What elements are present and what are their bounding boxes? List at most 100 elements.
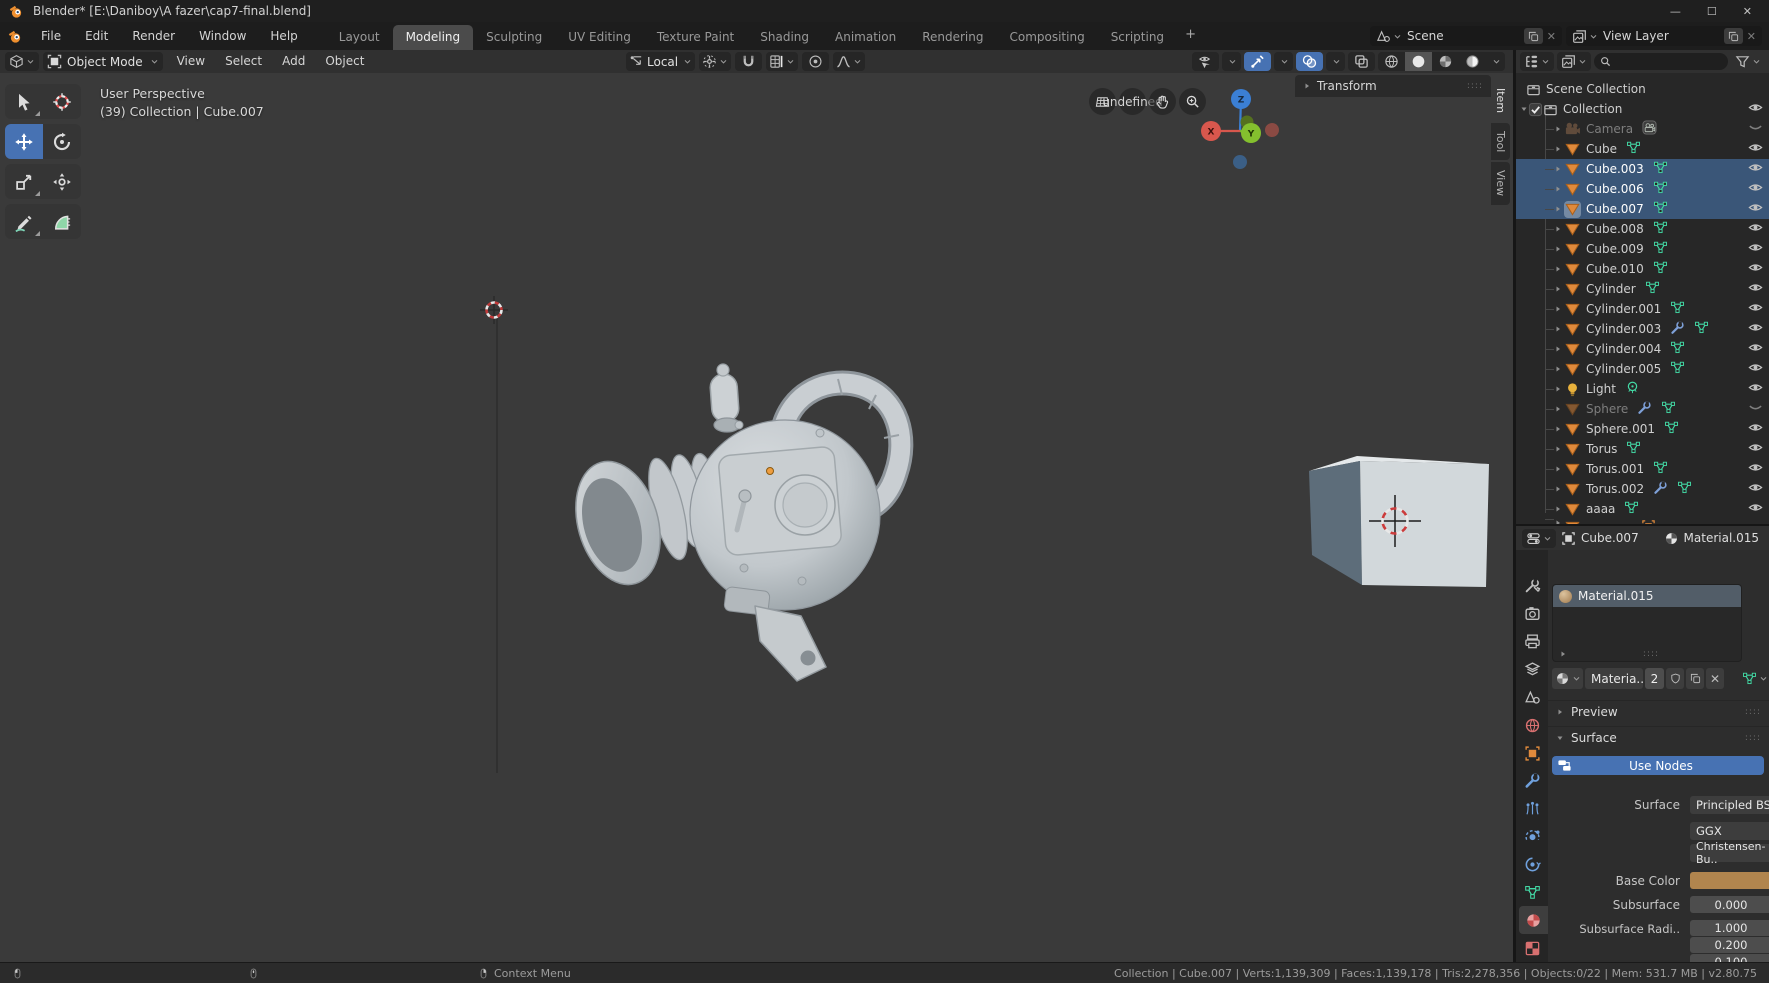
eye-toggle[interactable] [1748,480,1763,498]
outliner-row[interactable]: Torus.002 [1516,479,1769,499]
xray-toggle[interactable] [1348,52,1375,71]
viewport-3d[interactable]: Z X Y User Perspective (39) Collection |… [0,73,1513,962]
disclosure-right-icon[interactable] [1554,125,1562,133]
workspace-tab-scripting[interactable]: Scripting [1098,25,1177,50]
collection-checkbox[interactable] [1528,102,1543,117]
outliner-filter-button[interactable] [1731,52,1765,71]
gizmos-toggle-dropdown[interactable] [1274,52,1293,71]
disclosure-down-icon[interactable] [1520,105,1528,113]
copy-material-button[interactable] [1686,668,1704,689]
unlink-material-button[interactable]: ✕ [1706,668,1724,689]
camera-view-button[interactable]: undefined [1119,88,1146,115]
eye-toggle[interactable] [1748,340,1763,358]
disclosure-right-icon[interactable] [1554,305,1562,313]
zoom-view-button[interactable] [1179,88,1206,115]
subsurface-method-dropdown[interactable]: Christensen-Bu.. [1690,844,1769,862]
disclosure-right-icon[interactable] [1554,385,1562,393]
outliner-row[interactable]: Cylinder.004 [1516,339,1769,359]
tool-transform[interactable] [43,164,81,199]
eye-toggle[interactable] [1748,400,1763,418]
eye-toggle[interactable] [1748,420,1763,438]
viewport-nav-gizmo[interactable]: Z X Y [1201,89,1279,169]
app-menu-icon[interactable] [8,29,23,44]
eye-toggle[interactable] [1748,460,1763,478]
outliner-search[interactable] [1594,53,1728,70]
disclosure-right-icon[interactable] [1554,265,1562,273]
properties-tab-data[interactable] [1516,878,1548,906]
eye-toggle[interactable] [1748,180,1763,198]
properties-tab-texture[interactable] [1516,934,1548,962]
browse-material-button[interactable] [1552,668,1583,689]
view-layer-selector[interactable]: View Layer ✕ [1566,26,1762,46]
outliner-row-collection[interactable]: Collection [1516,99,1769,119]
subsurface-slider[interactable]: 0.000 [1690,896,1769,913]
properties-tab-viewlayer[interactable] [1516,656,1548,684]
surface-shader-button[interactable]: Principled BS.. [1690,796,1769,814]
disclosure-right-icon[interactable] [1554,425,1562,433]
outliner-row[interactable]: Cube.003 [1516,159,1769,179]
eye-toggle[interactable] [1748,160,1763,178]
visibility-dropdown[interactable] [1192,52,1219,71]
properties-tab-output[interactable] [1516,628,1548,656]
workspace-tab-animation[interactable]: Animation [822,25,909,50]
menu-render[interactable]: Render [120,22,187,50]
pan-view-button[interactable] [1149,88,1176,115]
eye-toggle[interactable] [1748,100,1763,118]
menu-edit[interactable]: Edit [73,22,120,50]
material-name-field[interactable]: Materia.. [1585,668,1643,689]
properties-tab-modifier[interactable] [1516,767,1548,795]
workspace-tab-uv-editing[interactable]: UV Editing [555,25,644,50]
outliner-row-clipped[interactable] [1516,519,1769,524]
material-slot[interactable]: Material.015 [1553,585,1741,607]
sidebar-tab-tool[interactable]: Tool [1491,123,1510,160]
axis-neg-z[interactable] [1233,155,1247,169]
disclosure-right-icon[interactable] [1554,465,1562,473]
outliner-row[interactable]: Cube.010 [1516,259,1769,279]
workspace-tab-rendering[interactable]: Rendering [909,25,996,50]
material-users-count[interactable]: 2 [1645,668,1664,689]
outliner-row[interactable]: Camera [1516,119,1769,139]
raygun-model[interactable] [562,364,901,681]
workspace-tab-layout[interactable]: Layout [326,25,393,50]
outliner-row[interactable]: aaaa [1516,499,1769,519]
outliner-row[interactable]: Cube.007 [1516,199,1769,219]
subsurface-radius-value-2[interactable]: 0.100 [1690,954,1769,962]
outliner-row-scene-collection[interactable]: Scene Collection [1516,79,1769,99]
disclosure-right-icon[interactable] [1554,225,1562,233]
tool-scale[interactable] [5,164,43,199]
fake-user-button[interactable] [1666,668,1684,689]
eye-toggle[interactable] [1748,260,1763,278]
sidebar-tab-view[interactable]: View [1491,162,1510,204]
menu-window[interactable]: Window [187,22,258,50]
workspace-tab-compositing[interactable]: Compositing [996,25,1097,50]
eye-toggle[interactable] [1748,220,1763,238]
overlays-toggle-dropdown[interactable] [1326,52,1345,71]
outliner-row[interactable]: Cylinder [1516,279,1769,299]
outliner-row[interactable]: Sphere [1516,399,1769,419]
axis-neg-x[interactable] [1265,123,1279,137]
material-slot-list[interactable]: Material.015 :::: [1552,584,1742,662]
snap-with[interactable] [766,52,798,71]
outliner-row[interactable]: Cube.009 [1516,239,1769,259]
outliner-row[interactable]: Cube.006 [1516,179,1769,199]
workspace-tab-modeling[interactable]: Modeling [393,25,474,50]
outliner-display-mode-button[interactable] [1520,52,1554,71]
tool-rotate[interactable] [43,124,81,159]
viewport-menu-add[interactable]: Add [272,50,315,73]
menu-file[interactable]: File [29,22,73,50]
disclosure-right-icon[interactable] [1554,325,1562,333]
subsurface-radius-value-0[interactable]: 1.000 [1690,920,1769,936]
eye-toggle[interactable] [1748,280,1763,298]
viewport-menu-select[interactable]: Select [215,50,272,73]
eye-toggle[interactable] [1748,500,1763,518]
properties-tab-render[interactable] [1516,600,1548,628]
shading-dropdown[interactable] [1486,52,1505,71]
use-nodes-button[interactable]: Use Nodes [1552,756,1764,775]
remove-view-layer-button[interactable]: ✕ [1747,30,1756,43]
disclosure-right-icon[interactable] [1554,505,1562,513]
transform-orientation[interactable]: Local [626,52,695,71]
workspace-tab-shading[interactable]: Shading [747,25,822,50]
disclosure-right-icon[interactable] [1554,365,1562,373]
visibility-dropdown-dropdown[interactable] [1222,52,1241,71]
disclosure-right-icon[interactable] [1554,185,1562,193]
